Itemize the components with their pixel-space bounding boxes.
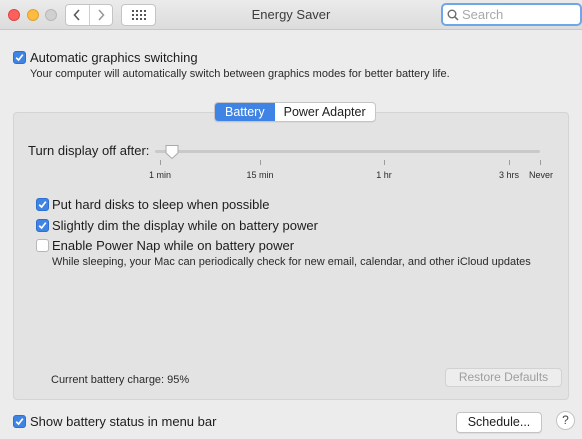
- checkmark-icon: [38, 222, 47, 230]
- slider-tick: [160, 160, 161, 165]
- show-battery-status-checkbox[interactable]: [13, 415, 26, 428]
- search-icon: [447, 9, 459, 21]
- display-sleep-slider-thumb[interactable]: [164, 144, 180, 160]
- restore-defaults-button[interactable]: Restore Defaults: [445, 368, 562, 387]
- power-source-tabs: Battery Power Adapter: [214, 102, 376, 122]
- dim-display-label[interactable]: Slightly dim the display while on batter…: [52, 218, 318, 233]
- show-battery-status-label[interactable]: Show battery status in menu bar: [30, 414, 216, 429]
- slider-tick: [260, 160, 261, 165]
- tab-power-adapter[interactable]: Power Adapter: [275, 103, 375, 121]
- search-input[interactable]: [462, 7, 572, 22]
- tab-battery[interactable]: Battery: [215, 103, 275, 121]
- graphics-switching-label[interactable]: Automatic graphics switching: [30, 50, 198, 65]
- checkmark-icon: [15, 418, 24, 426]
- schedule-button[interactable]: Schedule...: [456, 412, 542, 433]
- battery-charge-text: Current battery charge: 95%: [51, 374, 190, 386]
- slider-tick: [540, 160, 541, 165]
- power-nap-checkbox[interactable]: [36, 239, 49, 252]
- hard-disk-sleep-checkbox[interactable]: [36, 198, 49, 211]
- search-field[interactable]: [441, 3, 582, 26]
- title-bar: Energy Saver: [0, 0, 582, 30]
- checkmark-icon: [38, 201, 47, 209]
- checkmark-icon: [15, 54, 24, 62]
- help-button[interactable]: ?: [556, 411, 575, 430]
- slider-tick: [509, 160, 510, 165]
- dim-display-checkbox[interactable]: [36, 219, 49, 232]
- hard-disk-sleep-label[interactable]: Put hard disks to sleep when possible: [52, 197, 270, 212]
- tick-label-1-min: 1 min: [148, 170, 172, 180]
- tick-label-1-hr: 1 hr: [376, 170, 392, 180]
- graphics-switching-description: Your computer will automatically switch …: [30, 68, 450, 80]
- graphics-switching-checkbox[interactable]: [13, 51, 26, 64]
- tick-label-3-hrs: 3 hrs: [498, 170, 520, 180]
- power-nap-description: While sleeping, your Mac can periodicall…: [52, 256, 531, 268]
- display-sleep-label: Turn display off after:: [28, 143, 150, 158]
- display-sleep-slider-track[interactable]: [155, 150, 540, 153]
- slider-tick: [384, 160, 385, 165]
- tick-label-15-min: 15 min: [246, 170, 274, 180]
- power-nap-label[interactable]: Enable Power Nap while on battery power: [52, 238, 294, 253]
- tick-label-never: Never: [528, 170, 554, 180]
